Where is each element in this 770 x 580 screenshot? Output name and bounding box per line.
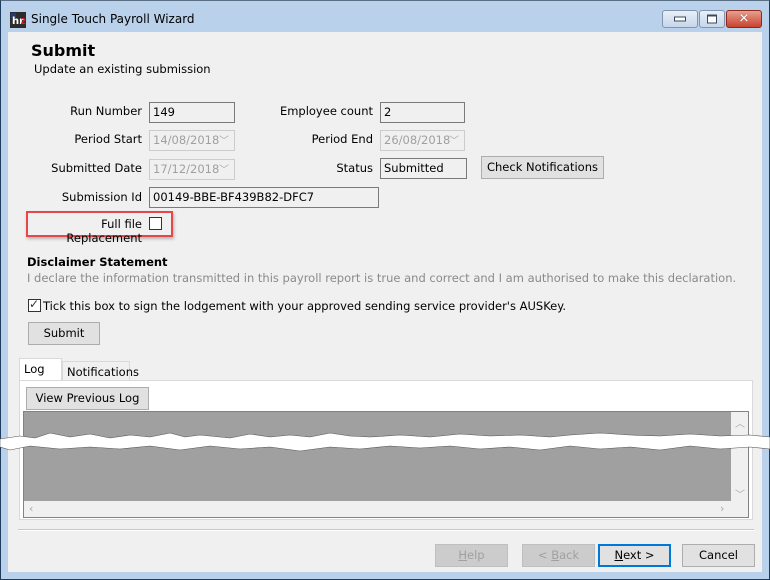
checkmark-icon: ✓ xyxy=(29,297,40,311)
tab-notifications[interactable]: Notifications xyxy=(62,361,139,381)
disclaimer-title: Disclaimer Statement xyxy=(27,255,168,269)
minimize-button[interactable] xyxy=(662,10,698,28)
full-file-replacement-checkbox[interactable] xyxy=(149,217,162,230)
help-button[interactable]: Help xyxy=(435,544,508,567)
run-number-label: Run Number xyxy=(70,104,142,118)
period-start-date-picker[interactable]: 14/08/2018 ﹀ xyxy=(149,130,235,151)
submitted-date-value: 17/12/2018 xyxy=(153,162,220,176)
tab-log[interactable]: Log xyxy=(19,358,62,381)
submitted-date-label: Submitted Date xyxy=(51,161,142,175)
minimize-icon xyxy=(674,16,686,22)
cancel-button[interactable]: Cancel xyxy=(682,544,755,567)
submitted-date-picker[interactable]: 17/12/2018 ﹀ xyxy=(149,159,235,180)
employee-count-field[interactable]: 2 xyxy=(380,102,465,123)
period-end-label: Period End xyxy=(311,132,373,146)
status-label: Status xyxy=(336,161,373,175)
scroll-right-icon[interactable]: › xyxy=(720,502,724,515)
chevron-down-icon: ﹀ xyxy=(219,165,229,176)
torn-edge-decoration xyxy=(0,432,770,452)
next-button[interactable]: Next > xyxy=(598,544,671,567)
check-notifications-button[interactable]: Check Notifications xyxy=(481,156,604,179)
log-content xyxy=(24,412,732,502)
employee-count-label: Employee count xyxy=(279,104,373,118)
close-button[interactable]: ✕ xyxy=(726,10,762,28)
app-icon: hr 2 xyxy=(10,12,26,28)
chevron-down-icon: ﹀ xyxy=(219,136,229,147)
page-title: Submit xyxy=(31,41,96,60)
disclaimer-text: I declare the information transmitted in… xyxy=(27,271,737,285)
horizontal-scrollbar[interactable]: ‹ › xyxy=(24,501,732,517)
vertical-scrollbar[interactable]: ︿ ﹀ xyxy=(731,412,748,502)
window-title: Single Touch Payroll Wizard xyxy=(31,12,195,26)
period-start-label: Period Start xyxy=(74,132,142,146)
page-subtitle: Update an existing submission xyxy=(34,62,211,76)
submit-button[interactable]: Submit xyxy=(28,322,100,345)
period-end-date-picker[interactable]: 26/08/2018 ﹀ xyxy=(380,130,465,151)
period-start-value: 14/08/2018 xyxy=(153,133,220,147)
wizard-window: hr 2 Single Touch Payroll Wizard ✕ Submit… xyxy=(0,0,770,580)
wizard-body: Submit Update an existing submission Run… xyxy=(8,32,762,572)
run-number-field[interactable]: 149 xyxy=(149,102,235,123)
auskey-checkbox[interactable]: ✓ xyxy=(28,297,41,312)
back-button[interactable]: < Back xyxy=(522,544,595,567)
submission-id-label: Submission Id xyxy=(61,190,142,204)
close-icon: ✕ xyxy=(738,11,750,27)
scroll-left-icon[interactable]: ‹ xyxy=(29,502,33,515)
period-end-value: 26/08/2018 xyxy=(384,133,451,147)
full-file-replacement-label: Full file Replacement xyxy=(66,217,142,245)
submission-id-field[interactable]: 00149-BBE-BF439B82-DFC7 xyxy=(149,187,379,208)
chevron-down-icon: ﹀ xyxy=(449,136,459,147)
status-field[interactable]: Submitted xyxy=(380,158,467,179)
maximize-button[interactable] xyxy=(699,10,725,28)
view-previous-log-button[interactable]: View Previous Log xyxy=(26,387,149,410)
auskey-checkbox-label[interactable]: Tick this box to sign the lodgement with… xyxy=(43,299,566,313)
scroll-down-icon[interactable]: ﹀ xyxy=(735,486,745,501)
maximize-icon xyxy=(707,14,717,24)
